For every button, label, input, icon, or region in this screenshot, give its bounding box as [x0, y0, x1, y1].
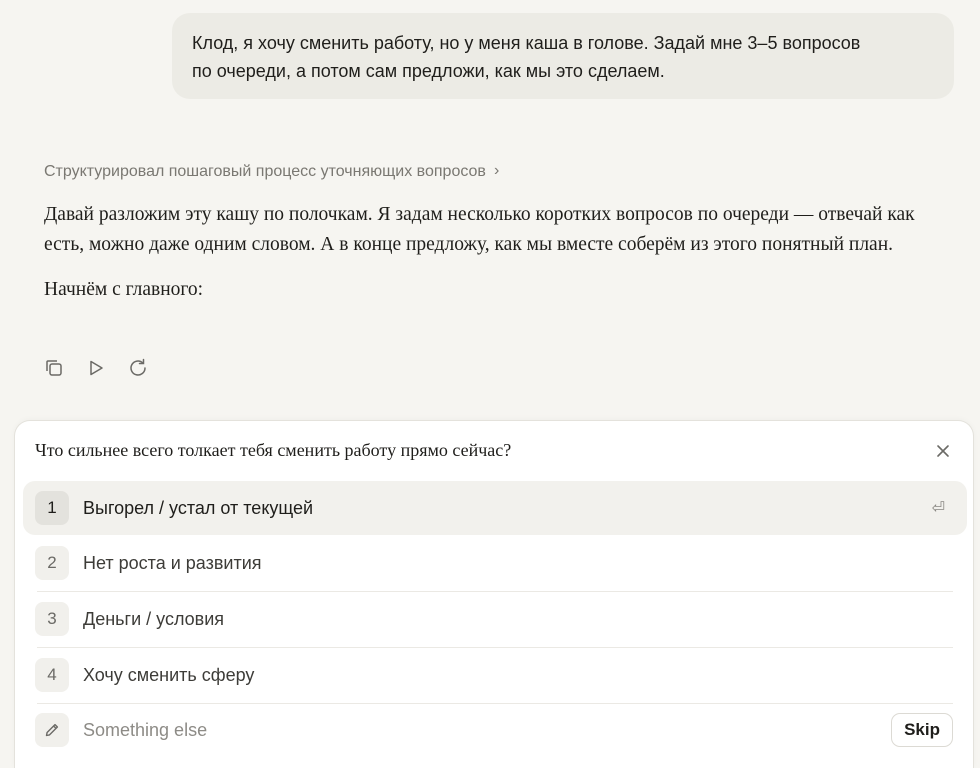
assistant-paragraph-2: Начнём с главного: — [44, 279, 204, 300]
enter-key-icon: ⏎ — [931, 500, 945, 517]
skip-button[interactable]: Skip — [891, 713, 953, 747]
question-text: Что сильнее всего толкает тебя сменить р… — [35, 440, 512, 460]
option-1[interactable]: 1 Выгорел / устал от текущей ⏎ — [23, 481, 967, 535]
option-number: 2 — [35, 546, 69, 580]
close-button[interactable] — [933, 441, 953, 461]
option-number: 4 — [35, 658, 69, 692]
user-message-bubble: Клод, я хочу сменить работу, но у меня к… — [172, 13, 954, 99]
thinking-summary-label: Структурировал пошаговый процесс уточняю… — [44, 163, 486, 180]
copy-button[interactable] — [42, 356, 66, 380]
retry-button[interactable] — [126, 356, 150, 380]
chevron-right-icon: › — [493, 162, 500, 179]
something-else-row — [23, 709, 967, 751]
option-2[interactable]: 2 Нет роста и развития — [23, 536, 967, 590]
option-number: 3 — [35, 602, 69, 636]
message-actions — [42, 356, 150, 380]
option-label: Нет роста и развития — [83, 552, 262, 573]
user-message-line-1: Клод, я хочу сменить работу, но у меня к… — [192, 33, 861, 53]
read-aloud-button[interactable] — [84, 356, 108, 380]
option-label: Хочу сменить сферу — [83, 664, 255, 685]
divider — [37, 703, 953, 704]
thinking-summary-toggle[interactable]: Структурировал пошаговый процесс уточняю… — [44, 162, 500, 181]
option-label: Выгорел / устал от текущей — [83, 497, 314, 518]
retry-icon — [130, 358, 146, 376]
option-label: Деньги / условия — [83, 608, 225, 629]
question-panel: Что сильнее всего толкает тебя сменить р… — [14, 420, 974, 768]
option-number: 1 — [35, 491, 69, 525]
option-3[interactable]: 3 Деньги / условия — [23, 592, 967, 646]
pencil-icon — [35, 713, 69, 747]
close-icon — [937, 445, 949, 457]
something-else-input[interactable] — [83, 719, 783, 741]
user-message-line-2: по очереди, а потом сам предложи, как мы… — [192, 61, 665, 81]
copy-icon — [46, 360, 62, 376]
option-4[interactable]: 4 Хочу сменить сферу — [23, 648, 967, 702]
assistant-paragraph-1: Давай разложим эту кашу по полочкам. Я з… — [44, 204, 915, 255]
play-icon — [90, 360, 103, 376]
assistant-message: Давай разложим эту кашу по полочкам. Я з… — [44, 200, 924, 320]
